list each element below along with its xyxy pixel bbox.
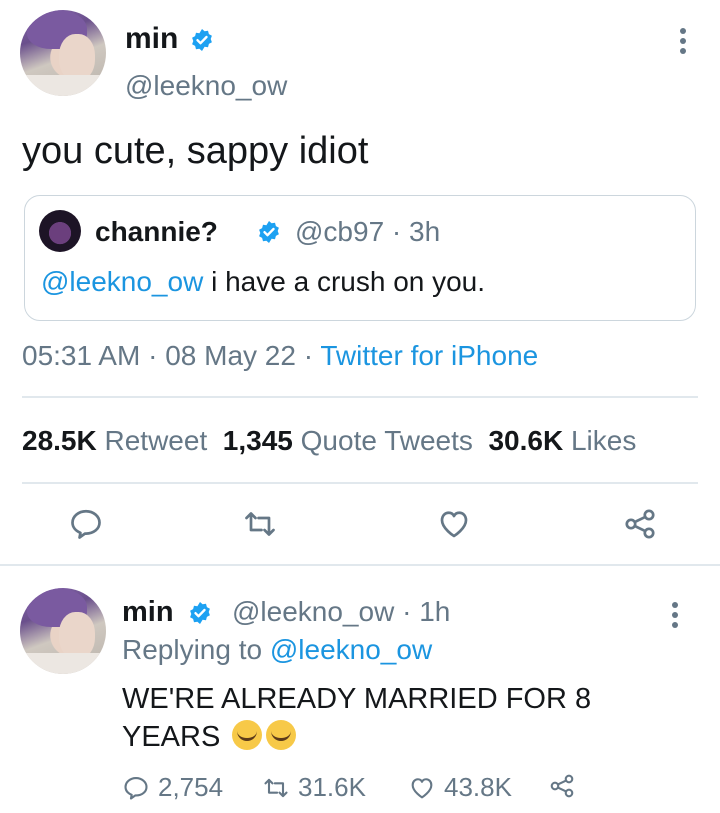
reply-icon <box>124 776 148 800</box>
reply-text: WE'RE ALREADY MARRIED FOR 8 YEARS <box>122 680 682 756</box>
more-icon[interactable] <box>680 28 686 58</box>
reply-reply-button[interactable]: 2,754 <box>122 772 223 803</box>
tweet-metadata: 05:31 AM · 08 May 22 · Twitter for iPhon… <box>22 340 538 372</box>
quote-tweets-stat[interactable]: 1,345 Quote Tweets <box>223 425 473 456</box>
quoted-tweet-text: @leekno_ow i have a crush on you. <box>41 266 485 298</box>
reply-author-handle[interactable]: @leekno_ow <box>232 596 394 627</box>
retweet-icon[interactable] <box>242 506 278 542</box>
verified-badge-icon <box>190 602 210 624</box>
author-name[interactable]: min <box>125 22 178 56</box>
retweet-count: 31.6K <box>298 772 366 802</box>
reply-share-button[interactable] <box>548 772 576 800</box>
quoted-body: i have a crush on you. <box>203 266 486 297</box>
divider <box>22 482 698 484</box>
separator: · <box>402 596 412 627</box>
separator: · <box>391 216 402 247</box>
avatar[interactable] <box>20 10 106 96</box>
quoted-time: 3h <box>409 216 441 247</box>
divider <box>0 564 720 566</box>
reply-author-name[interactable]: min <box>122 596 174 629</box>
separator: · <box>148 340 158 371</box>
like-icon[interactable] <box>436 506 472 542</box>
verified-badge-icon <box>192 29 212 51</box>
author-handle[interactable]: @leekno_ow <box>125 70 287 102</box>
avatar[interactable] <box>39 210 81 252</box>
retweets-stat[interactable]: 28.5K Retweet <box>22 425 207 456</box>
reply-retweet-button[interactable]: 31.6K <box>262 772 366 803</box>
reply-like-button[interactable]: 43.8K <box>408 772 512 803</box>
reply-body: WE'RE ALREADY MARRIED FOR 8 YEARS <box>122 683 592 753</box>
quoted-author-handle: @cb97 <box>295 216 385 247</box>
replying-prefix: Replying to <box>122 634 263 665</box>
share-icon[interactable] <box>622 506 658 542</box>
reply-icon[interactable] <box>68 506 104 542</box>
tweet-source[interactable]: Twitter for iPhone <box>320 340 538 371</box>
mention-link[interactable]: @leekno_ow <box>41 266 203 297</box>
reply-time: 1h <box>419 596 451 627</box>
tweet-text: you cute, sappy idiot <box>22 130 369 172</box>
avatar[interactable] <box>20 588 106 674</box>
engagement-stats: 28.5K Retweet 1,345 Quote Tweets 30.6K L… <box>22 425 636 457</box>
separator: · <box>303 340 314 371</box>
replying-to: Replying to @leekno_ow <box>122 634 432 666</box>
crying-face-icon <box>232 720 263 750</box>
more-icon[interactable] <box>672 602 678 632</box>
replying-to-link[interactable]: @leekno_ow <box>270 634 432 665</box>
quoted-tweet[interactable]: channie? @cb97 · 3h @leekno_ow i have a … <box>24 195 696 321</box>
like-count: 43.8K <box>444 772 512 802</box>
quoted-author-name: channie? <box>95 216 218 247</box>
verified-badge-icon <box>259 221 279 243</box>
likes-stat[interactable]: 30.6K Likes <box>488 425 636 456</box>
retweet-icon <box>264 778 288 797</box>
tweet-time[interactable]: 05:31 AM <box>22 340 140 371</box>
like-icon <box>411 777 433 798</box>
crying-face-icon <box>266 720 297 750</box>
reply-author-meta: @leekno_ow · 1h <box>232 596 450 628</box>
tweet-date[interactable]: 08 May 22 <box>165 340 296 371</box>
divider <box>22 396 698 398</box>
quoted-author-meta: @cb97 · 3h <box>295 216 440 248</box>
reply-count: 2,754 <box>158 772 224 802</box>
share-icon <box>550 774 574 798</box>
